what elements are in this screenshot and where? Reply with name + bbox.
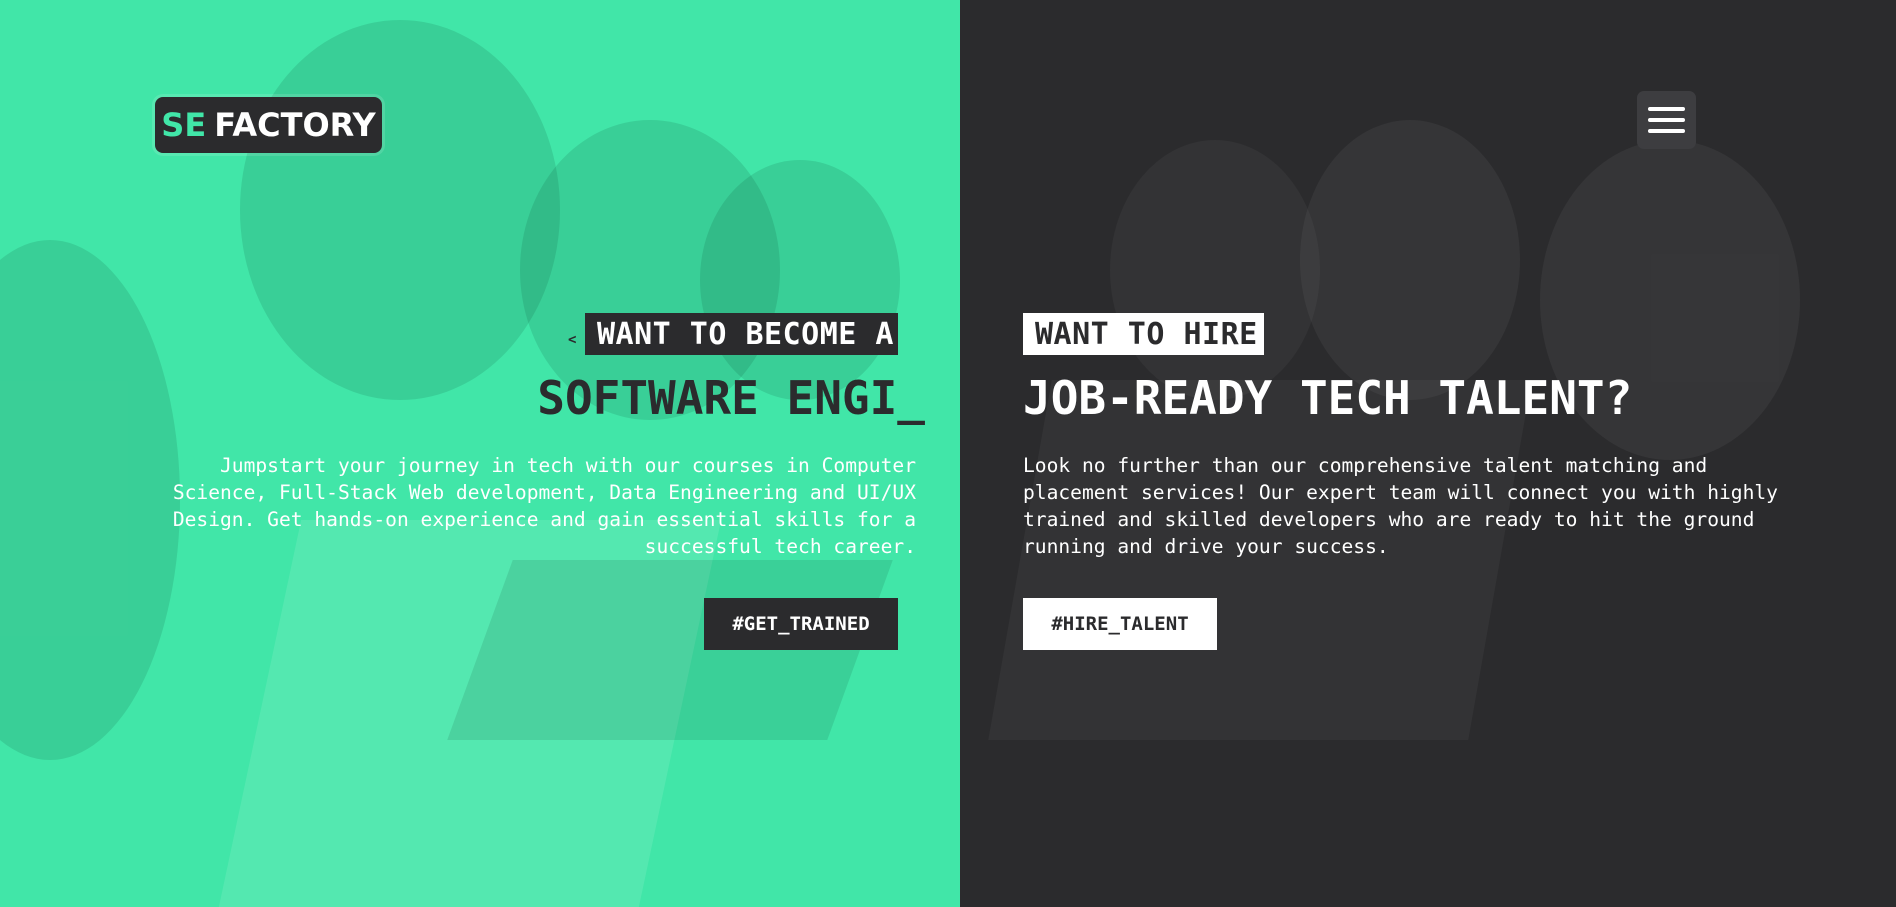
se-factory-logo[interactable]: SE FACTORY	[155, 97, 382, 153]
hamburger-menu-icon	[1648, 107, 1685, 133]
hire-talent-button[interactable]: #HIRE_TALENT	[1023, 598, 1217, 650]
get-trained-button[interactable]: #GET_TRAINED	[704, 598, 898, 650]
learn-eyebrow: WANT TO BECOME A	[585, 313, 898, 355]
hire-description: Look no further than our comprehensive t…	[1023, 454, 1778, 558]
learn-description: Jumpstart your journey in tech with our …	[172, 454, 916, 558]
hire-eyebrow: WANT TO HIRE	[1023, 313, 1264, 355]
logo-factory-text: FACTORY	[214, 106, 376, 144]
hire-headline: JOB-READY TECH TALENT?	[1023, 371, 1633, 425]
caret-left-icon: <	[568, 332, 577, 348]
menu-button[interactable]	[1637, 91, 1696, 149]
learn-headline: SOFTWARE ENGI_	[537, 371, 925, 425]
logo-se-text: SE	[161, 106, 207, 144]
